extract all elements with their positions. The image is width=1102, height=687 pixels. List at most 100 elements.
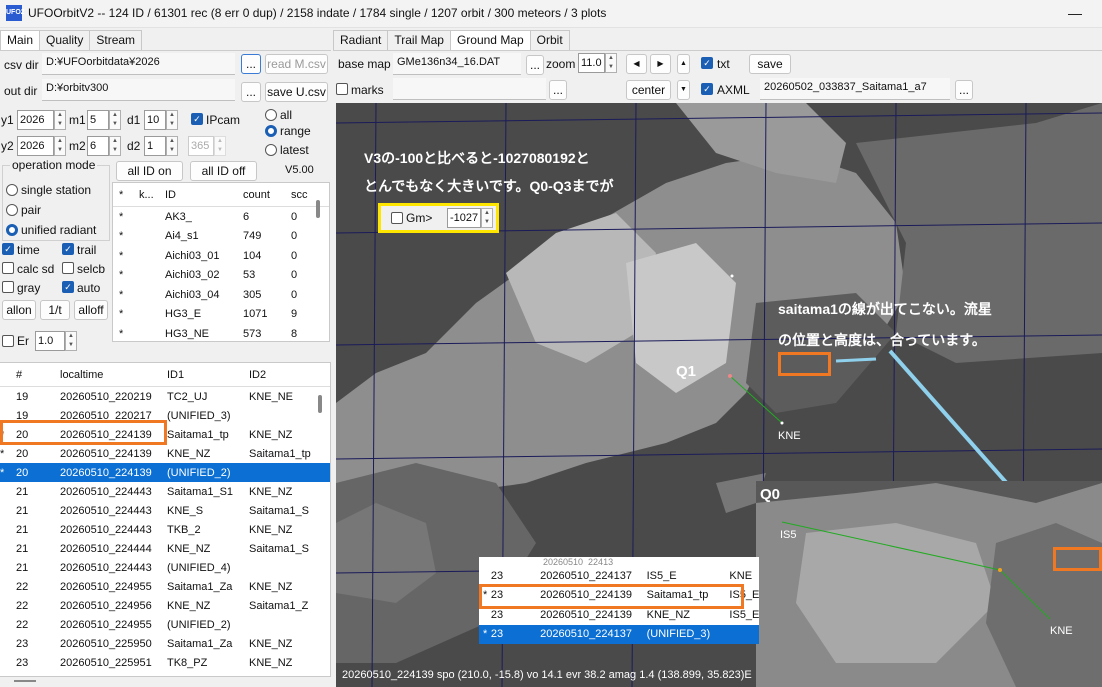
all-radio[interactable] [265,109,277,121]
base-map-browse-button[interactable]: ... [526,55,544,75]
pair-radio[interactable] [6,204,18,216]
read-mcsv-button[interactable]: read M.csv [265,54,328,74]
tab-radiant[interactable]: Radiant [333,30,389,50]
axml-checkbox[interactable]: ✓ [701,83,713,95]
txt-checkbox[interactable]: ✓ [701,57,713,69]
y1-spin[interactable]: 2026 [17,110,54,130]
ipcam-checkbox[interactable]: ✓ [191,113,203,125]
meteor-table-row[interactable]: 23 20260510_225951 TK8_PZ KNE_NZ [0,653,330,672]
tab-orbit[interactable]: Orbit [529,30,570,50]
m1-spin-arrows[interactable]: ▲ ▼ [109,110,121,130]
auto-checkbox[interactable]: ✓ [62,281,74,293]
tab-trail-map[interactable]: Trail Map [387,30,451,50]
minimize-button[interactable]: — [1055,0,1095,28]
meteor-table-row[interactable]: * 20 20260510_224139 (UNIFIED_2) [0,463,330,482]
meteor-table-row[interactable]: 21 20260510_224443 TKB_2 KNE_NZ [0,520,330,539]
id-table-scrollbar[interactable] [316,200,320,218]
unified-radiant-radio[interactable] [6,224,18,236]
tab-stream[interactable]: Stream [89,30,143,50]
csv-dir-input[interactable]: D:¥UFOorbitdata¥2026 [42,53,235,75]
mt-col-id1[interactable]: ID1 [167,369,249,381]
m1-spin[interactable]: 5 [87,110,109,130]
inset-table-row[interactable]: 23 20260510_224137 IS5_E KNE [479,566,759,586]
meteor-table-row[interactable]: 22 20260510_224956 KNE_NZ Saitama1_Z [0,596,330,615]
mt-col-num[interactable]: # [14,369,60,381]
d1-spin-arrows[interactable]: ▲ ▼ [166,110,178,130]
d1-spin[interactable]: 10 [144,110,166,130]
out-dir-input[interactable]: D:¥orbitv300 [42,79,235,101]
save-map-button[interactable]: save [749,54,791,74]
time-checkbox[interactable]: ✓ [2,243,14,255]
axml-browse-button[interactable]: ... [955,80,973,100]
selcb-checkbox[interactable] [62,262,74,274]
meteor-table-scrollbar[interactable] [318,395,322,413]
id-table-row[interactable]: * Aichi03_04 305 0 [113,285,329,305]
zoom-spin-arrows[interactable]: ▲ ▼ [605,53,617,73]
gray-checkbox[interactable] [2,281,14,293]
single-station-radio[interactable] [6,184,18,196]
base-map-input[interactable]: GMe136n34_16.DAT [393,53,521,75]
mt-col-id2[interactable]: ID2 [249,369,309,381]
m2-spin-arrows[interactable]: ▲ ▼ [109,136,121,156]
meteor-table-row[interactable]: 21 20260510_224443 (UNIFIED_4) [0,558,330,577]
id-col-star[interactable]: * [113,189,139,201]
id-table-row[interactable]: * Aichi03_02 53 0 [113,266,329,286]
id-col-id[interactable]: ID [165,189,243,201]
gm-spin-arrows[interactable]: ▲ ▼ [481,208,493,228]
y1-spin-arrows[interactable]: ▲ ▼ [54,110,66,130]
id-table-row[interactable]: * HG3_NE 573 8 [113,324,329,341]
meteor-table-row[interactable]: 21 20260510_224443 Saitama1_S1 KNE_NZ [0,482,330,501]
zoom-spin[interactable]: 11.0 [578,53,605,73]
tab-ground-map[interactable]: Ground Map [449,30,531,51]
meteor-table-row[interactable]: 23 20260510_225950 Saitama1_Za KNE_NZ [0,634,330,653]
meteor-table-row[interactable]: 21 20260510_224444 KNE_NZ Saitama1_S [0,539,330,558]
marks-browse-button[interactable]: ... [549,80,567,100]
trail-checkbox[interactable]: ✓ [62,243,74,255]
range-radio[interactable] [265,125,277,137]
id-col-scc[interactable]: scc [291,189,317,201]
id-table-row[interactable]: * Aichi03_01 104 0 [113,246,329,266]
meteor-table-row[interactable]: 22 20260510_224955 (UNIFIED_2) [0,615,330,634]
id-table-row[interactable]: * Ai4_s1 749 0 [113,227,329,247]
pan-right-button[interactable]: ▶ [650,54,671,74]
latest-radio[interactable] [265,144,277,156]
d2-spin[interactable]: 1 [144,136,166,156]
d2-spin-arrows[interactable]: ▲ ▼ [166,136,178,156]
er-spin[interactable]: 1.0 [35,331,65,351]
save-ucsv-button[interactable]: save U.csv [265,82,328,102]
pan-left-button[interactable]: ◀ [626,54,647,74]
er-checkbox[interactable] [2,335,14,347]
center-button[interactable]: center [626,80,671,100]
meteor-table-row[interactable]: * 20 20260510_224139 KNE_NZ Saitama1_tp [0,444,330,463]
allon-button[interactable]: allon [2,300,36,320]
meteor-table-row[interactable]: 22 20260510_224955 Saitama1_Za KNE_NZ [0,577,330,596]
y2-spin[interactable]: 2026 [17,136,54,156]
m2-spin[interactable]: 6 [87,136,109,156]
pan-up-button[interactable]: ▲ [677,54,690,74]
alloff-button[interactable]: alloff [74,300,108,320]
y2-spin-arrows[interactable]: ▲ ▼ [54,136,66,156]
all-id-on-button[interactable]: all ID on [116,161,183,181]
gm-checkbox[interactable] [391,212,403,224]
axml-input[interactable]: 20260502_033837_Saitama1_a7 [760,78,950,100]
id-col-count[interactable]: count [243,189,291,201]
meteor-table-row[interactable]: 19 20260510_220219 TC2_UJ KNE_NE [0,387,330,406]
gm-spin[interactable]: -1027 [447,208,481,228]
one-t-button[interactable]: 1/t [40,300,70,320]
inset-table-row[interactable]: * 23 20260510_224137 (UNIFIED_3) [479,624,759,644]
mt-col-localtime[interactable]: localtime [60,369,167,381]
doy-spin[interactable]: 365 [188,136,214,156]
tab-main[interactable]: Main [0,30,41,51]
marks-checkbox[interactable] [336,83,348,95]
meteor-table-row[interactable]: 21 20260510_224443 KNE_S Saitama1_S [0,501,330,520]
pan-down-button[interactable]: ▼ [677,80,690,100]
id-col-k[interactable]: k... [139,189,165,201]
hscrollbar-thumb[interactable] [14,680,36,682]
er-spin-arrows[interactable]: ▲ ▼ [65,331,77,351]
all-id-off-button[interactable]: all ID off [190,161,257,181]
out-dir-browse-button[interactable]: ... [241,82,261,102]
calc-sd-checkbox[interactable] [2,262,14,274]
tab-quality[interactable]: Quality [39,30,91,50]
id-table-row[interactable]: * AK3_ 6 0 [113,207,329,227]
id-table-row[interactable]: * HG3_E 1071 9 [113,305,329,325]
